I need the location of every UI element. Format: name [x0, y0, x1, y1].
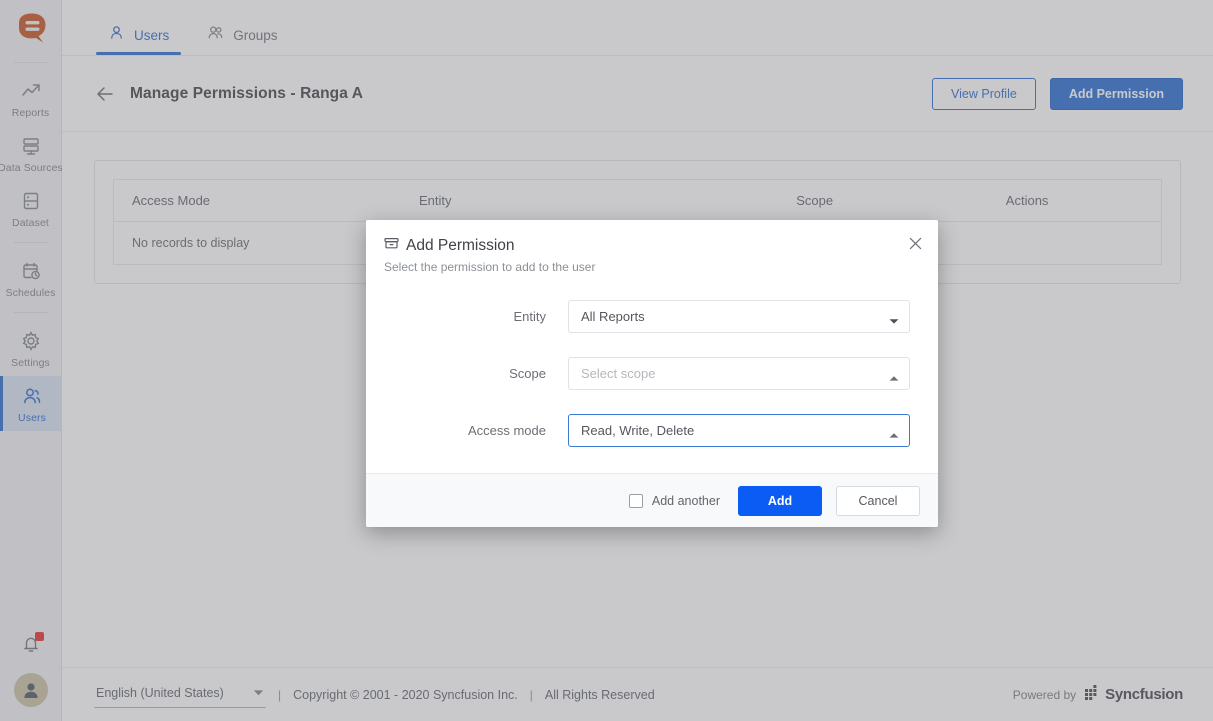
dialog-title-row: Add Permission	[384, 236, 920, 255]
field-label-scope: Scope	[390, 366, 568, 381]
access-mode-dropdown[interactable]: Read, Write, Delete	[568, 414, 910, 447]
permission-box-icon	[384, 236, 399, 255]
entity-value: All Reports	[581, 309, 889, 324]
dialog-footer: Add another Add Cancel	[366, 473, 938, 527]
field-row-access-mode: Access mode Read, Write, Delete	[390, 414, 914, 447]
add-another-label: Add another	[652, 494, 720, 508]
chevron-up-icon	[889, 426, 899, 436]
checkbox-box	[629, 494, 643, 508]
scope-value: Select scope	[581, 366, 889, 381]
field-row-scope: Scope Select scope	[390, 357, 914, 390]
add-button[interactable]: Add	[738, 486, 822, 516]
add-permission-dialog: Add Permission Select the permission to …	[366, 220, 938, 527]
field-label-entity: Entity	[390, 309, 568, 324]
chevron-up-icon	[889, 369, 899, 379]
access-mode-value: Read, Write, Delete	[581, 423, 889, 438]
dialog-title: Add Permission	[406, 237, 515, 255]
field-label-access-mode: Access mode	[390, 423, 568, 438]
chevron-down-icon	[889, 312, 899, 322]
close-icon[interactable]	[906, 234, 924, 252]
dialog-body: Entity All Reports Scope Select scope	[366, 286, 938, 473]
cancel-button[interactable]: Cancel	[836, 486, 920, 516]
app-root: Reports Data Sources	[0, 0, 1213, 721]
dialog-subtitle: Select the permission to add to the user	[384, 260, 920, 274]
dialog-header: Add Permission Select the permission to …	[366, 220, 938, 286]
add-another-checkbox[interactable]: Add another	[629, 494, 720, 508]
scope-dropdown[interactable]: Select scope	[568, 357, 910, 390]
entity-dropdown[interactable]: All Reports	[568, 300, 910, 333]
field-row-entity: Entity All Reports	[390, 300, 914, 333]
